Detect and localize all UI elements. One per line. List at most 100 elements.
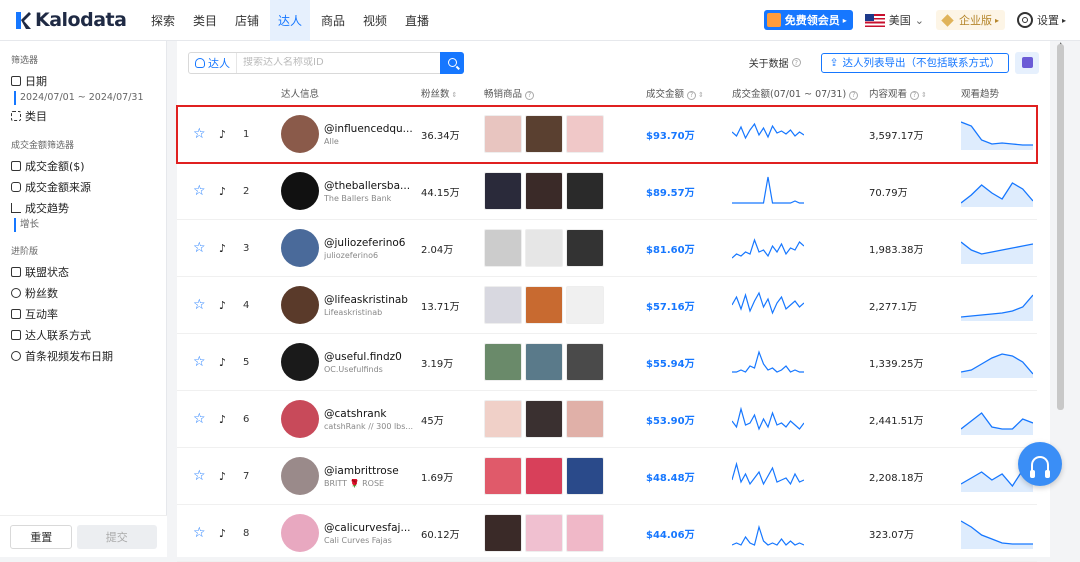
table-row[interactable]: ☆ ♪ 6 @catshrank catshRank // 300 lbs...…	[177, 391, 1037, 448]
support-chat-button[interactable]	[1018, 442, 1062, 486]
product-thumbnail[interactable]	[566, 514, 604, 552]
product-thumbnail[interactable]	[525, 343, 563, 381]
product-thumbnail[interactable]	[525, 115, 563, 153]
header-views[interactable]: 内容观看? ⇕	[869, 84, 927, 106]
favorite-button[interactable]: ☆	[193, 391, 207, 447]
product-thumbnail[interactable]	[484, 457, 522, 495]
nav-item-video[interactable]: 视频	[356, 0, 394, 41]
nav-item-shop[interactable]: 店铺	[228, 0, 266, 41]
product-thumbnail[interactable]	[484, 286, 522, 324]
product-thumbnail[interactable]	[566, 115, 604, 153]
trend-sub-value[interactable]: 增长	[14, 218, 166, 232]
product-thumbnail[interactable]	[484, 172, 522, 210]
creator-nickname: OC.Usefulfinds	[324, 364, 383, 374]
table-row[interactable]: ☆ ♪ 8 @calicurvesfaj... Cali Curves Faja…	[177, 505, 1037, 562]
creator-handle[interactable]: @theballersba...	[324, 180, 410, 192]
submit-button[interactable]: 提交	[76, 524, 157, 549]
creator-info[interactable]: @lifeaskristinab Lifeaskristinab	[281, 277, 408, 333]
creator-handle[interactable]: @catshrank	[324, 408, 413, 420]
chevron-right-icon: ▸	[842, 15, 847, 25]
nav-item-category[interactable]: 类目	[186, 0, 224, 41]
product-thumbnail[interactable]	[566, 343, 604, 381]
nav-item-creator[interactable]: 达人	[270, 0, 310, 41]
table-row[interactable]: ☆ ♪ 1 @influencedqu... Alle 36.34万 $93.7…	[176, 105, 1038, 164]
creator-handle[interactable]: @iambrittrose	[324, 465, 399, 477]
filter-engagement[interactable]: 互动率	[0, 303, 166, 324]
filter-first-video-date[interactable]: 首条视频发布日期	[0, 345, 166, 366]
creator-info[interactable]: @iambrittrose BRITT 🌹 ROSE	[281, 448, 399, 504]
favorite-button[interactable]: ☆	[193, 277, 207, 333]
search-button[interactable]	[440, 51, 464, 74]
date-range-value[interactable]: 2024/07/01 ~ 2024/07/31	[14, 91, 166, 105]
filter-gmv-trend[interactable]: 成交趋势	[0, 197, 166, 218]
product-thumbnail[interactable]	[525, 229, 563, 267]
creator-handle[interactable]: @lifeaskristinab	[324, 294, 408, 306]
favorite-button[interactable]: ☆	[193, 448, 207, 504]
filter-contact[interactable]: 达人联系方式	[0, 324, 166, 345]
creator-info[interactable]: @useful.findz0 OC.Usefulfinds	[281, 334, 402, 390]
table-row[interactable]: ☆ ♪ 3 @juliozeferino6 juliozeferino6 2.0…	[177, 220, 1037, 277]
product-thumbnail[interactable]	[566, 457, 604, 495]
header-gmv[interactable]: 成交金额? ⇕	[646, 84, 704, 106]
free-member-button[interactable]: 免费领会员 ▸	[763, 10, 853, 30]
nav-item-explore[interactable]: 探索	[144, 0, 182, 41]
filter-gmv-source[interactable]: 成交金额来源	[0, 176, 166, 197]
table-row[interactable]: ☆ ♪ 2 @theballersba... The Ballers Bank …	[177, 163, 1037, 220]
product-thumbnail[interactable]	[525, 514, 563, 552]
filter-date[interactable]: 日期	[0, 70, 166, 91]
product-thumbnail[interactable]	[484, 400, 522, 438]
product-thumbnail[interactable]	[566, 286, 604, 324]
product-thumbnail[interactable]	[525, 400, 563, 438]
view-toggle-button[interactable]	[1015, 51, 1039, 74]
export-button[interactable]: ⇪ 达人列表导出（不包括联系方式）	[820, 52, 1009, 73]
favorite-button[interactable]: ☆	[193, 505, 207, 561]
product-thumbnail[interactable]	[484, 229, 522, 267]
search-type-selector[interactable]: 达人	[189, 52, 237, 73]
favorite-button[interactable]: ☆	[193, 334, 207, 390]
enterprise-label: 企业版	[958, 14, 992, 27]
views-trend-chart	[961, 241, 1033, 264]
search-input[interactable]	[237, 57, 440, 68]
nav-item-product[interactable]: 商品	[314, 0, 352, 41]
creator-info[interactable]: @influencedqu... Alle	[281, 106, 413, 162]
logo[interactable]: Kalodata	[16, 9, 136, 31]
creator-info[interactable]: @juliozeferino6 juliozeferino6	[281, 220, 405, 276]
product-thumbnail[interactable]	[484, 115, 522, 153]
filter-gmv[interactable]: 成交金额($)	[0, 155, 166, 176]
product-thumbnail[interactable]	[484, 514, 522, 552]
product-thumbnail[interactable]	[566, 400, 604, 438]
country-selector[interactable]: 美国 ⌄	[864, 12, 924, 28]
header-followers[interactable]: 粉丝数 ⇕	[421, 84, 457, 106]
creator-handle[interactable]: @useful.findz0	[324, 351, 402, 363]
app-name: Kalodata	[35, 9, 127, 31]
creator-handle[interactable]: @calicurvesfaj...	[324, 522, 411, 534]
enterprise-button[interactable]: 企业版 ▸	[935, 10, 1005, 30]
about-data-link[interactable]: 关于数据 ?	[749, 55, 801, 70]
settings-button[interactable]: 设置 ▸	[1016, 12, 1066, 28]
creator-info[interactable]: @theballersba... The Ballers Bank	[281, 163, 410, 219]
product-thumbnail[interactable]	[525, 172, 563, 210]
creator-info[interactable]: @catshrank catshRank // 300 lbs...	[281, 391, 413, 447]
product-thumbnail[interactable]	[525, 286, 563, 324]
filter-affiliate[interactable]: 联盟状态	[0, 261, 166, 282]
filter-followers[interactable]: 粉丝数	[0, 282, 166, 303]
gmv-sparkline-chart	[732, 238, 804, 259]
table-row[interactable]: ☆ ♪ 4 @lifeaskristinab Lifeaskristinab 1…	[177, 277, 1037, 334]
reset-button[interactable]: 重置	[10, 524, 73, 549]
favorite-button[interactable]: ☆	[193, 220, 207, 276]
product-thumbnail[interactable]	[484, 343, 522, 381]
sidebar-footer: 重置 提交	[0, 515, 167, 557]
scrollbar[interactable]	[1057, 44, 1064, 410]
filter-category[interactable]: 类目	[0, 105, 166, 126]
nav-item-live[interactable]: 直播	[398, 0, 436, 41]
table-row[interactable]: ☆ ♪ 5 @useful.findz0 OC.Usefulfinds 3.19…	[177, 334, 1037, 391]
product-thumbnail[interactable]	[525, 457, 563, 495]
table-row[interactable]: ☆ ♪ 7 @iambrittrose BRITT 🌹 ROSE 1.69万 $…	[177, 448, 1037, 505]
creator-handle[interactable]: @juliozeferino6	[324, 237, 405, 249]
creator-info[interactable]: @calicurvesfaj... Cali Curves Fajas	[281, 505, 411, 561]
favorite-button[interactable]: ☆	[193, 163, 207, 219]
product-thumbnail[interactable]	[566, 229, 604, 267]
creator-handle[interactable]: @influencedqu...	[324, 123, 413, 135]
product-thumbnail[interactable]	[566, 172, 604, 210]
favorite-button[interactable]: ☆	[193, 106, 207, 162]
